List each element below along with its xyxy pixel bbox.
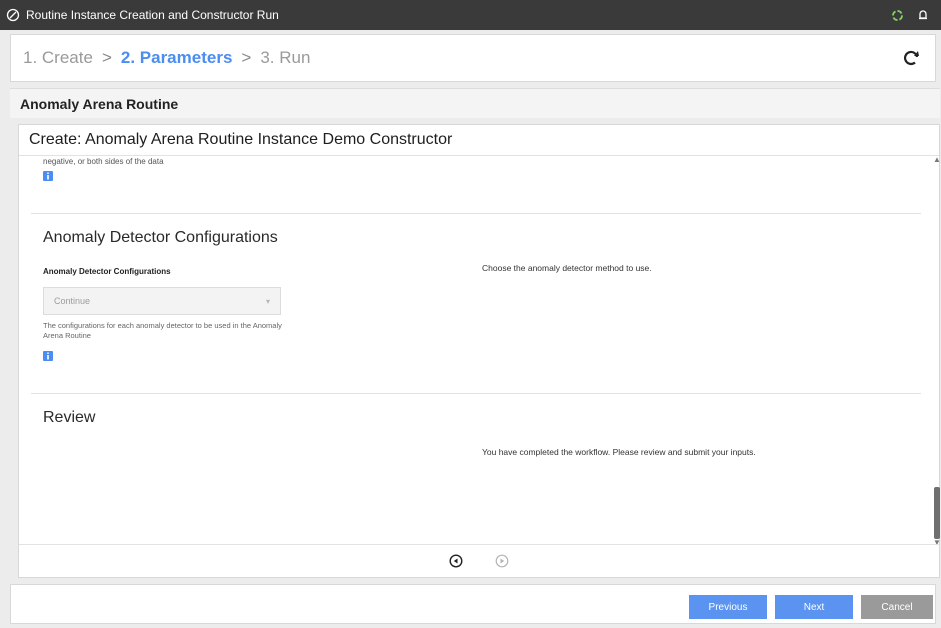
select-value: Continue bbox=[54, 296, 91, 306]
chevron-down-icon: ▾ bbox=[265, 296, 270, 306]
scroll-up-icon[interactable]: ▲ bbox=[933, 155, 941, 164]
step-create[interactable]: 1. Create bbox=[23, 48, 93, 68]
prev-page-icon[interactable] bbox=[449, 554, 463, 568]
step-run[interactable]: 3. Run bbox=[260, 48, 310, 68]
panel-header: Create: Anomaly Arena Routine Instance D… bbox=[19, 125, 939, 156]
detector-description: Choose the anomaly detector method to us… bbox=[482, 263, 652, 273]
section-divider bbox=[31, 213, 921, 214]
vertical-scrollbar[interactable]: ▲ ▼ bbox=[933, 155, 941, 547]
section-title-review: Review bbox=[43, 409, 96, 426]
info-icon[interactable] bbox=[43, 171, 53, 181]
next-page-icon[interactable] bbox=[495, 554, 509, 568]
step-separator: > bbox=[241, 48, 252, 67]
detector-helper-text: The configurations for each anomaly dete… bbox=[43, 321, 282, 340]
window-titlebar: Routine Instance Creation and Constructo… bbox=[0, 0, 941, 30]
step-parameters[interactable]: 2. Parameters bbox=[121, 48, 233, 68]
scrollbar-thumb[interactable] bbox=[934, 487, 940, 539]
next-button[interactable]: Next bbox=[775, 595, 853, 619]
section-divider bbox=[31, 393, 921, 394]
constructor-panel: Create: Anomaly Arena Routine Instance D… bbox=[18, 124, 941, 578]
review-description: You have completed the workflow. Please … bbox=[482, 447, 756, 457]
step-separator: > bbox=[101, 48, 112, 67]
breadcrumb: 1. Create > 2. Parameters > 3. Run bbox=[23, 48, 899, 68]
section-title-detector: Anomaly Detector Configurations bbox=[43, 229, 278, 246]
truncated-helper-text: negative, or both sides of the data bbox=[43, 157, 164, 166]
notification-icon[interactable] bbox=[915, 7, 931, 23]
refresh-icon[interactable] bbox=[899, 46, 923, 70]
detector-field-label: Anomaly Detector Configurations bbox=[43, 267, 171, 276]
cancel-button[interactable]: Cancel bbox=[861, 595, 933, 619]
wizard-steps-bar: 1. Create > 2. Parameters > 3. Run bbox=[10, 34, 936, 82]
panel-scroll-area[interactable]: negative, or both sides of the data Anom… bbox=[19, 155, 937, 547]
detector-config-select[interactable]: Continue ▾ bbox=[43, 287, 281, 315]
sync-icon[interactable] bbox=[889, 7, 905, 23]
footer-bar: Previous Next Cancel bbox=[10, 584, 936, 624]
routine-title: Anomaly Arena Routine bbox=[10, 88, 940, 118]
info-icon[interactable] bbox=[43, 351, 53, 361]
window-title: Routine Instance Creation and Constructo… bbox=[26, 8, 279, 22]
app-icon bbox=[6, 8, 20, 22]
section-pager bbox=[19, 544, 939, 577]
previous-button[interactable]: Previous bbox=[689, 595, 767, 619]
